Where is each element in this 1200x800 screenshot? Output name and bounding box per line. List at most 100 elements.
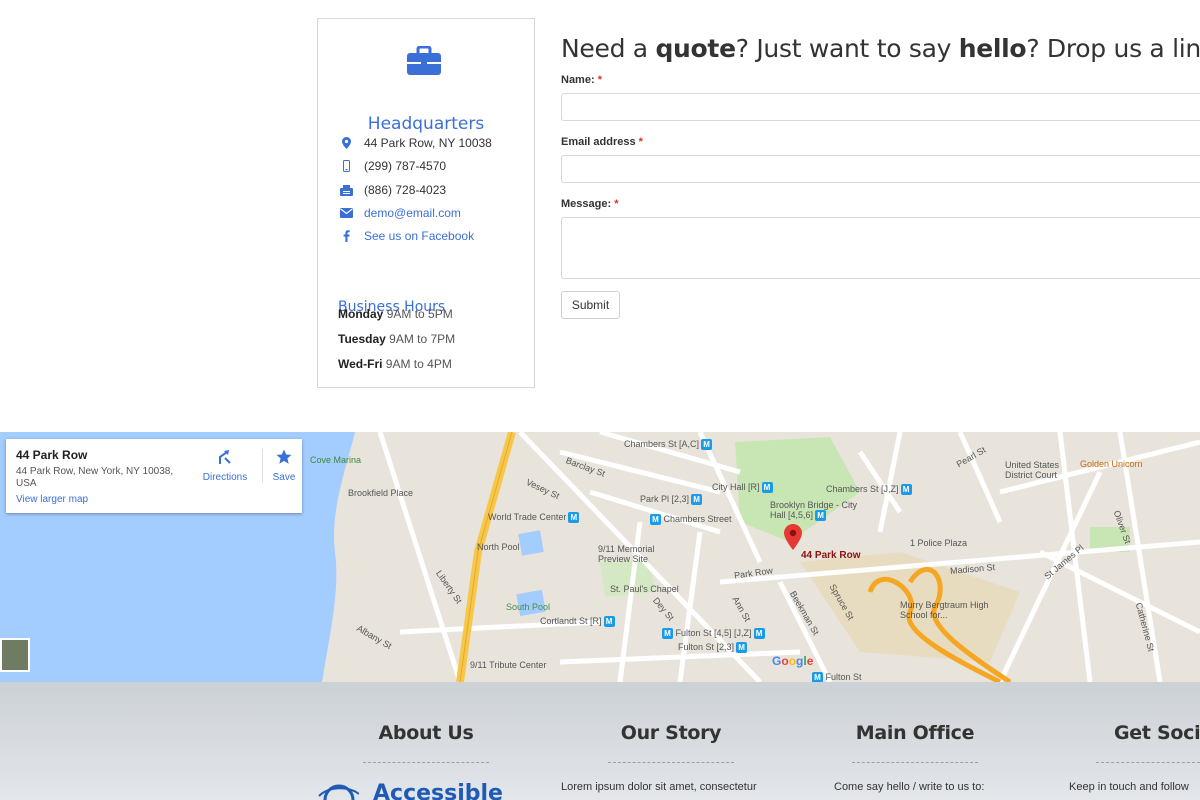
map-label: Murry Bergtraum High School for... [900, 600, 989, 620]
message-textarea[interactable] [561, 217, 1200, 279]
map-marker-icon [338, 136, 354, 150]
fax-icon [338, 183, 354, 197]
map-label: Chambers St [A,C] M [624, 439, 713, 451]
mobile-phone-icon [338, 159, 354, 173]
facebook-icon [338, 229, 354, 243]
facebook-link[interactable]: See us on Facebook [364, 229, 474, 243]
subway-icon: M [701, 439, 713, 451]
submit-button[interactable]: Submit [561, 291, 620, 319]
email-link[interactable]: demo@email.com [364, 206, 461, 220]
address-row: 44 Park Row, NY 10038 [338, 134, 492, 152]
footer-office-text: Come say hello / write to us to: [834, 781, 985, 793]
required-mark: * [638, 136, 643, 148]
email-label: Email address * [561, 136, 643, 148]
footer-divider [1096, 762, 1200, 763]
subway-icon: M [568, 512, 580, 524]
directions-button[interactable]: Directions [194, 449, 256, 483]
subway-icon: M [900, 484, 912, 496]
briefcase-icon [407, 46, 441, 75]
footer-divider [852, 762, 978, 763]
subway-icon: M [662, 628, 673, 640]
footer-title-social: Get Social [1114, 722, 1200, 744]
subway-icon: M [815, 510, 827, 522]
map-label: Cortlandt St [R] M [540, 616, 615, 628]
footer-title-about: About Us [378, 722, 474, 744]
footer-story-text: Lorem ipsum dolor sit amet, consectetur [561, 781, 757, 793]
email-label-text: Email address [561, 136, 636, 148]
footer-divider [363, 762, 489, 763]
facebook-row[interactable]: See us on Facebook [338, 227, 474, 245]
map-label: 9/11 Memorial Preview Site [598, 544, 655, 564]
map-card-divider [262, 449, 263, 483]
heading-emphasis: quote [655, 34, 736, 63]
map-label: Fulton St [2,3] M [678, 642, 748, 654]
heading-part: ? Just want to say [735, 34, 959, 63]
map-label: Cove Marina [310, 455, 362, 465]
heading-part: Need a [561, 34, 656, 63]
map-pin-icon[interactable] [784, 524, 802, 550]
hours-day: Tuesday [338, 332, 386, 346]
logo-globe-icon [318, 784, 359, 800]
map-label: North Pool [477, 542, 520, 552]
map-label: Brookfield Place [348, 488, 414, 498]
footer-title-office: Main Office [855, 722, 975, 744]
directions-label: Directions [202, 472, 248, 483]
subway-icon: M [761, 482, 773, 494]
subway-icon: M [691, 494, 703, 506]
heading-emphasis: hello [958, 34, 1027, 63]
envelope-icon [338, 206, 354, 220]
map-place-name: 44 Park Row [16, 448, 88, 462]
save-button[interactable]: Save [266, 449, 302, 483]
logo-text: Accessible [373, 781, 503, 800]
satellite-toggle[interactable] [0, 638, 30, 672]
map-label: M Fulton St [810, 672, 862, 682]
subway-icon: M [603, 616, 615, 628]
map-label: Golden Unicorn [1080, 459, 1143, 469]
map-label: Brooklyn Bridge - City Hall [4,5,6] M [770, 500, 858, 522]
hours-time: 9AM to 7PM [389, 332, 456, 346]
subway-icon: M [812, 672, 823, 682]
map-info-card: 44 Park Row 44 Park Row, New York, NY 10… [6, 439, 302, 513]
phone-text: (299) 787-4570 [364, 159, 447, 173]
name-label-text: Name: [561, 74, 595, 86]
address-text: 44 Park Row, NY 10038 [364, 136, 492, 150]
map-label: United States District Court [1005, 460, 1060, 480]
hours-row-wed-fri: Wed-Fri 9AM to 4PM [338, 357, 452, 371]
headquarters-title: Headquarters [367, 114, 485, 134]
subway-icon: M [736, 642, 748, 654]
form-heading: Need a quote? Just want to say hello? Dr… [561, 34, 1200, 63]
map-label: Park Pl [2,3] M [640, 494, 703, 506]
view-larger-map-link[interactable]: View larger map [16, 494, 88, 505]
hours-time: 9AM to 4PM [385, 357, 452, 371]
map-label: St. Paul's Chapel [610, 584, 679, 594]
phone-row: (299) 787-4570 [338, 157, 446, 175]
fax-text: (886) 728-4023 [364, 183, 447, 197]
required-mark: * [614, 198, 619, 210]
map-label: City Hall [R] M [712, 482, 773, 494]
name-input[interactable] [561, 93, 1200, 121]
map-place-address: 44 Park Row, New York, NY 10038, USA [16, 466, 174, 489]
directions-icon [219, 450, 231, 464]
message-label: Message: * [561, 198, 618, 210]
hours-day: Wed-Fri [338, 357, 383, 371]
email-row[interactable]: demo@email.com [338, 204, 461, 222]
star-icon [276, 449, 292, 464]
footer-social-text: Keep in touch and follow [1069, 781, 1189, 793]
map-label: M Fulton St [4,5] [J,Z] M [660, 628, 765, 640]
email-input[interactable] [561, 155, 1200, 183]
map-label: South Pool [506, 602, 551, 612]
footer-logo[interactable]: Accessible [315, 778, 515, 800]
name-label: Name: * [561, 74, 602, 86]
message-label-text: Message: [561, 198, 612, 210]
hours-time: 9AM to 5PM [386, 307, 453, 321]
footer-divider [608, 762, 734, 763]
footer-title-story: Our Story [620, 722, 722, 744]
hours-day: Monday [338, 307, 384, 321]
subway-icon: M [753, 628, 765, 640]
map-label: 9/11 Tribute Center [470, 660, 547, 670]
map-label: 1 Police Plaza [910, 538, 968, 548]
save-label: Save [272, 472, 296, 483]
map-label: World Trade Center M [488, 512, 580, 524]
fax-row: (886) 728-4023 [338, 181, 446, 199]
headquarters-card: Headquarters 44 Park Row, NY 10038 (299)… [317, 18, 535, 388]
